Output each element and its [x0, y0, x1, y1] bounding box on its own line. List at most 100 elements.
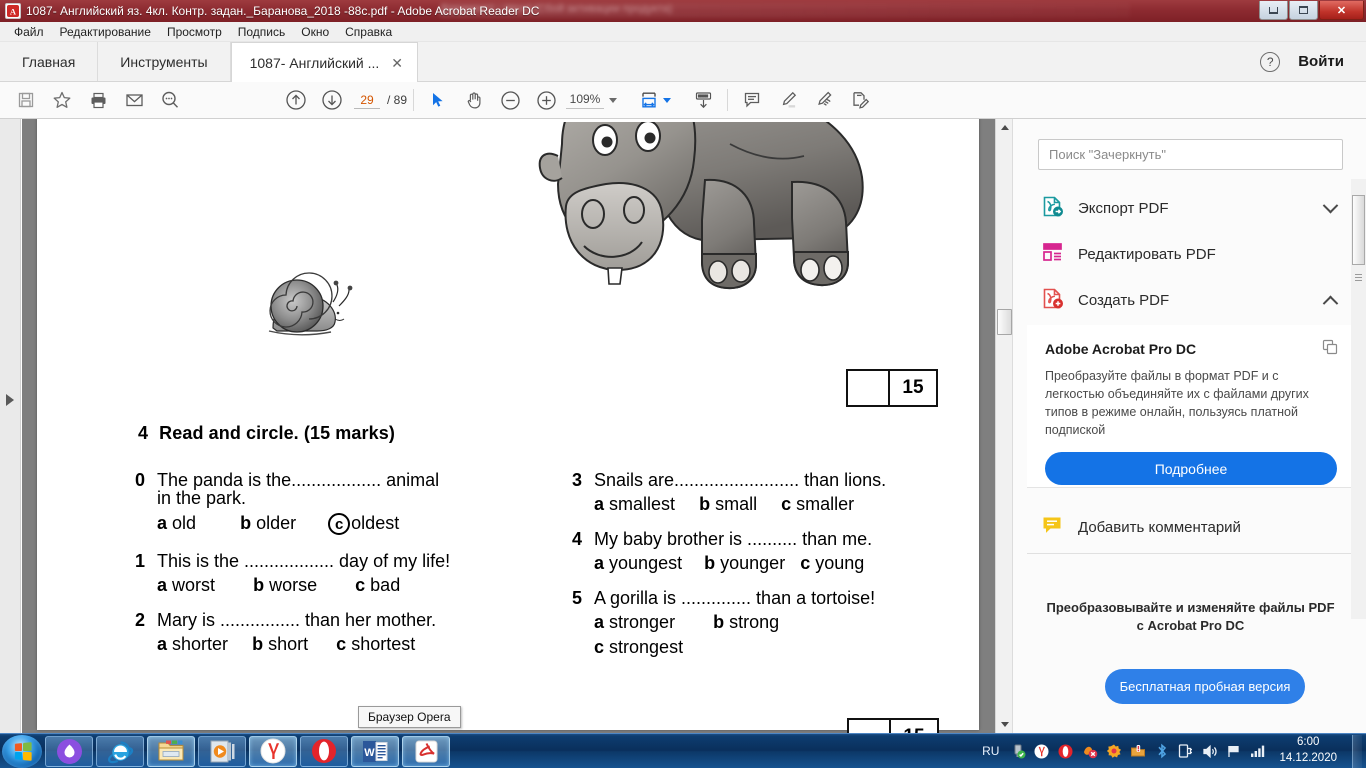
draw-icon[interactable] — [806, 83, 842, 117]
option-b[interactable]: b older — [240, 513, 296, 533]
main-toolbar[interactable]: 29 / 89 109% — [0, 82, 1366, 119]
window-controls[interactable]: ✕ — [1258, 1, 1364, 20]
action-center-icon[interactable] — [1129, 743, 1146, 760]
scroll-down-arrow-icon[interactable] — [996, 716, 1013, 733]
network-flag-icon[interactable] — [1225, 743, 1242, 760]
learn-more-button[interactable]: Подробнее — [1045, 452, 1337, 485]
media-player-icon[interactable] — [198, 735, 246, 767]
page-display-icon[interactable] — [685, 83, 721, 117]
score-blank[interactable] — [849, 720, 891, 733]
zoom-level-value[interactable]: 109% — [566, 92, 605, 109]
document-viewport[interactable]: 15 4 Read and circle. (15 marks) 0 The pan… — [22, 119, 995, 733]
print-icon[interactable] — [80, 83, 116, 117]
search-icon[interactable] — [152, 83, 188, 117]
cursor-select-icon[interactable] — [420, 83, 456, 117]
page-number-input[interactable]: 29 — [354, 92, 380, 109]
tools-pane-scrollbar[interactable] — [1351, 179, 1366, 619]
option-a[interactable]: a old — [157, 513, 196, 533]
zoom-in-icon[interactable] — [528, 83, 564, 117]
option-a[interactable]: a smallest — [594, 494, 675, 514]
comment-icon[interactable] — [734, 83, 770, 117]
signal-bars-icon[interactable] — [1249, 743, 1266, 760]
scrollbar-thumb[interactable] — [997, 309, 1012, 335]
tab-document[interactable]: 1087- Английский ... ✕ — [230, 42, 419, 82]
tab-close-icon[interactable]: ✕ — [391, 56, 403, 70]
email-icon[interactable] — [116, 83, 152, 117]
menu-item-file[interactable]: Файл — [6, 23, 52, 41]
menu-item-view[interactable]: Просмотр — [159, 23, 230, 41]
highlight-icon[interactable] — [770, 83, 806, 117]
menu-item-edit[interactable]: Редактирование — [52, 23, 159, 41]
option-a[interactable]: a youngest — [594, 553, 682, 573]
tool-create-pdf[interactable]: Создать PDF — [1027, 277, 1354, 323]
language-indicator[interactable]: RU — [982, 744, 999, 758]
option-a[interactable]: a shorter — [157, 634, 228, 654]
free-trial-button[interactable]: Бесплатная пробная версия — [1105, 669, 1305, 704]
option-b[interactable]: b small — [699, 494, 757, 514]
bluetooth-icon[interactable] — [1153, 743, 1170, 760]
system-tray[interactable]: RU 6:00 14.12.2020 — [982, 734, 1366, 769]
show-desktop-button[interactable] — [1352, 734, 1362, 768]
option-c[interactable]: c young — [800, 553, 864, 573]
option-c[interactable]: c strongest — [594, 637, 683, 657]
option-b[interactable]: b strong — [713, 612, 779, 632]
windows-start-orb[interactable] — [2, 734, 42, 768]
fit-width-icon[interactable] — [631, 83, 667, 117]
window-titlebar[interactable]: Документ1 - Word (Сбой активации продукт… — [0, 0, 1366, 22]
update-center-icon[interactable] — [1105, 743, 1122, 760]
microsoft-word-icon[interactable]: W — [351, 735, 399, 767]
document-scrollbar[interactable] — [995, 119, 1013, 733]
option-a[interactable]: a stronger — [594, 612, 675, 632]
minimize-button[interactable] — [1259, 1, 1288, 20]
tool-edit-pdf[interactable]: Редактировать PDF — [1027, 231, 1354, 277]
save-icon[interactable] — [8, 83, 44, 117]
zoom-control[interactable]: 109% — [566, 92, 618, 109]
tool-export-pdf[interactable]: Экспорт PDF — [1027, 185, 1354, 231]
power-plug-icon[interactable] — [1177, 743, 1194, 760]
tab-home[interactable]: Главная — [0, 42, 99, 81]
close-button[interactable]: ✕ — [1319, 1, 1364, 20]
tools-search-input[interactable]: Поиск "Зачеркнуть" — [1038, 139, 1343, 170]
fill-and-sign-icon[interactable] — [842, 83, 878, 117]
score-blank[interactable] — [848, 371, 890, 405]
option-b[interactable]: b short — [252, 634, 308, 654]
taskbar-clock[interactable]: 6:00 14.12.2020 — [1279, 735, 1337, 766]
hand-tool-icon[interactable] — [456, 83, 492, 117]
adobe-reader-icon[interactable] — [402, 735, 450, 767]
volume-icon[interactable] — [1201, 743, 1218, 760]
yandex-tray-icon[interactable] — [1033, 743, 1050, 760]
maximize-button[interactable] — [1289, 1, 1318, 20]
menu-item-window[interactable]: Окно — [293, 23, 337, 41]
navigation-pane-rail[interactable] — [0, 119, 21, 733]
fit-width-chevron-icon[interactable] — [663, 97, 672, 103]
chevron-up-icon[interactable] — [1322, 295, 1339, 311]
option-b[interactable]: b younger — [704, 553, 785, 573]
tab-tools[interactable]: Инструменты — [98, 42, 231, 81]
file-explorer-icon[interactable] — [147, 735, 195, 767]
option-a[interactable]: a worst — [157, 575, 215, 595]
chevron-down-icon[interactable] — [609, 97, 618, 103]
help-icon[interactable]: ? — [1260, 51, 1281, 72]
zoom-out-icon[interactable] — [492, 83, 528, 117]
option-c-selected[interactable]: c oldest — [328, 513, 399, 535]
arrow-down-circle-icon[interactable] — [314, 83, 350, 117]
antivirus-icon[interactable] — [1081, 743, 1098, 760]
yandex-browser-icon[interactable] — [249, 735, 297, 767]
expand-navigation-arrow-icon[interactable] — [6, 394, 14, 406]
tool-add-comment[interactable]: Добавить комментарий — [1027, 505, 1354, 549]
chevron-down-icon[interactable] — [1322, 197, 1339, 213]
arrow-up-circle-icon[interactable] — [278, 83, 314, 117]
opera-tray-icon[interactable] — [1057, 743, 1074, 760]
option-c[interactable]: c shortest — [336, 634, 415, 654]
option-c[interactable]: c smaller — [781, 494, 854, 514]
star-icon[interactable] — [44, 83, 80, 117]
internet-explorer-icon[interactable] — [96, 735, 144, 767]
opera-browser-icon[interactable] — [300, 735, 348, 767]
usb-safe-remove-icon[interactable] — [1009, 743, 1026, 760]
tab-strip[interactable]: Главная Инструменты 1087- Английский ...… — [0, 42, 1366, 82]
menu-item-help[interactable]: Справка — [337, 23, 400, 41]
tools-pane[interactable]: Поиск "Зачеркнуть" Экспорт PDF Редактиро… — [1012, 119, 1366, 733]
menu-item-sign[interactable]: Подпись — [230, 23, 294, 41]
windows-taskbar[interactable]: W RU 6:00 14.12.2020 — [0, 733, 1366, 768]
alice-assistant-icon[interactable] — [45, 735, 93, 767]
